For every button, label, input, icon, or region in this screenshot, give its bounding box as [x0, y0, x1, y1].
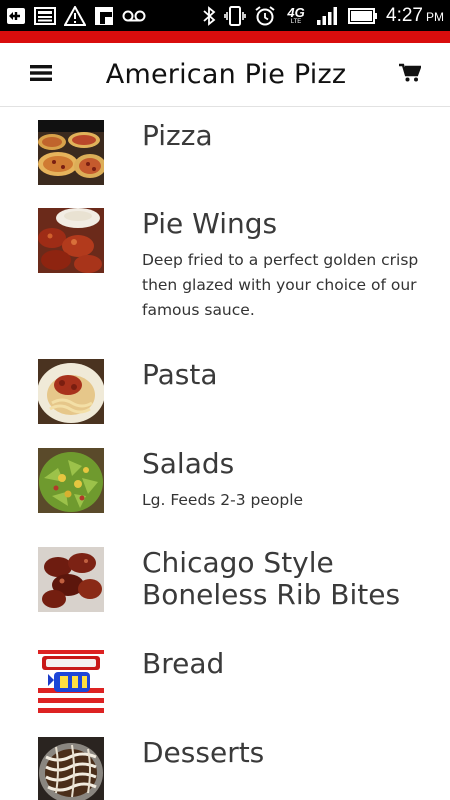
warning-icon: [64, 5, 86, 26]
menu-item-salads[interactable]: Salads Lg. Feeds 2-3 people: [0, 448, 450, 538]
bread-logo: [38, 648, 104, 713]
app-header: American Pie Pizz: [0, 43, 450, 107]
menu-item-pizza[interactable]: Pizza: [0, 120, 450, 198]
menu-item-title: Bread: [142, 647, 225, 680]
system-icons: 4G LTE 4:27 PM: [202, 5, 444, 27]
pasta-photo: [38, 359, 104, 424]
notification-icons: [6, 5, 146, 26]
menu-item-title: Chicago Style Boneless Rib Bites: [142, 546, 401, 611]
battery-icon: [348, 6, 378, 26]
menu-item-title: Pizza: [142, 119, 213, 152]
menu-item-title: Pie Wings: [142, 207, 278, 240]
accent-stripe: [0, 31, 450, 43]
voicemail-icon: [122, 6, 146, 26]
menu-item-title: Salads: [142, 447, 235, 480]
menu-item-title: Pasta: [142, 358, 218, 391]
image-icon: [34, 6, 56, 26]
signal-icon: [316, 6, 340, 26]
rib-bites-photo: [38, 547, 104, 612]
shopping-cart-icon: [399, 63, 422, 87]
add-box-icon: [6, 6, 26, 26]
status-bar: 4G LTE 4:27 PM: [0, 0, 450, 31]
status-time: 4:27 PM: [386, 4, 444, 26]
menu-item-description: Deep fried to a perfect golden crisp the…: [142, 251, 419, 319]
menu-item-bread[interactable]: Bread: [0, 648, 450, 726]
menu-item-pie-wings[interactable]: Pie Wings Deep fried to a perfect golden…: [0, 208, 450, 348]
flipboard-icon: [94, 6, 114, 26]
salad-photo: [38, 448, 104, 513]
dessert-photo: [38, 737, 104, 800]
alarm-icon: [254, 5, 276, 26]
menu-button[interactable]: [0, 43, 82, 107]
menu-item-description: Lg. Feeds 2-3 people: [142, 491, 304, 509]
menu-item-title: Desserts: [142, 736, 265, 769]
cart-button[interactable]: [370, 43, 450, 107]
4g-lte-icon: 4G LTE: [287, 5, 305, 25]
menu-item-pasta[interactable]: Pasta: [0, 359, 450, 437]
hamburger-menu-icon: [30, 64, 52, 86]
pizza-photo: [38, 120, 104, 185]
page-title: American Pie Pizz: [105, 59, 347, 90]
wings-photo: [38, 208, 104, 273]
bluetooth-icon: [202, 5, 216, 26]
menu-item-desserts[interactable]: Desserts: [0, 737, 450, 800]
menu-item-rib-bites[interactable]: Chicago Style Boneless Rib Bites: [0, 547, 450, 647]
vibrate-icon: [224, 5, 246, 26]
